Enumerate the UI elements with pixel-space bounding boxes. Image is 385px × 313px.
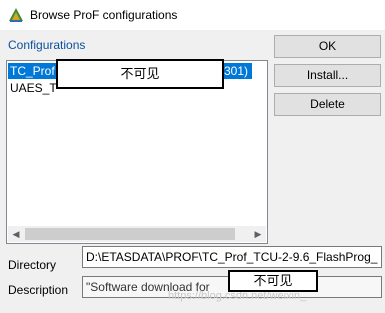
window-title: Browse ProF configurations [30, 8, 178, 22]
list-item-prefix: UAES_T [10, 81, 57, 95]
description-label: Description [8, 283, 69, 297]
scroll-left-icon[interactable]: ◀ [8, 226, 24, 242]
list-item-prefix: TC_Prof [10, 64, 55, 78]
title-bar: Browse ProF configurations [0, 0, 385, 30]
scroll-right-icon[interactable]: ▶ [250, 226, 266, 242]
redaction-mask: 不可见 [56, 59, 224, 89]
directory-field[interactable]: D:\ETASDATA\PROF\TC_Prof_TCU-2-9.6_Flash… [82, 246, 382, 268]
redaction-mask: 不可见 [228, 270, 318, 292]
prof-app-icon [9, 8, 23, 22]
directory-label: Directory [8, 258, 57, 272]
install-button[interactable]: Install... [274, 64, 381, 87]
ok-button[interactable]: OK [274, 35, 381, 58]
scrollbar-thumb[interactable] [25, 228, 235, 240]
horizontal-scrollbar[interactable]: ◀ ▶ [8, 226, 266, 242]
configurations-label: Configurations [8, 38, 86, 52]
delete-button[interactable]: Delete [274, 93, 381, 116]
